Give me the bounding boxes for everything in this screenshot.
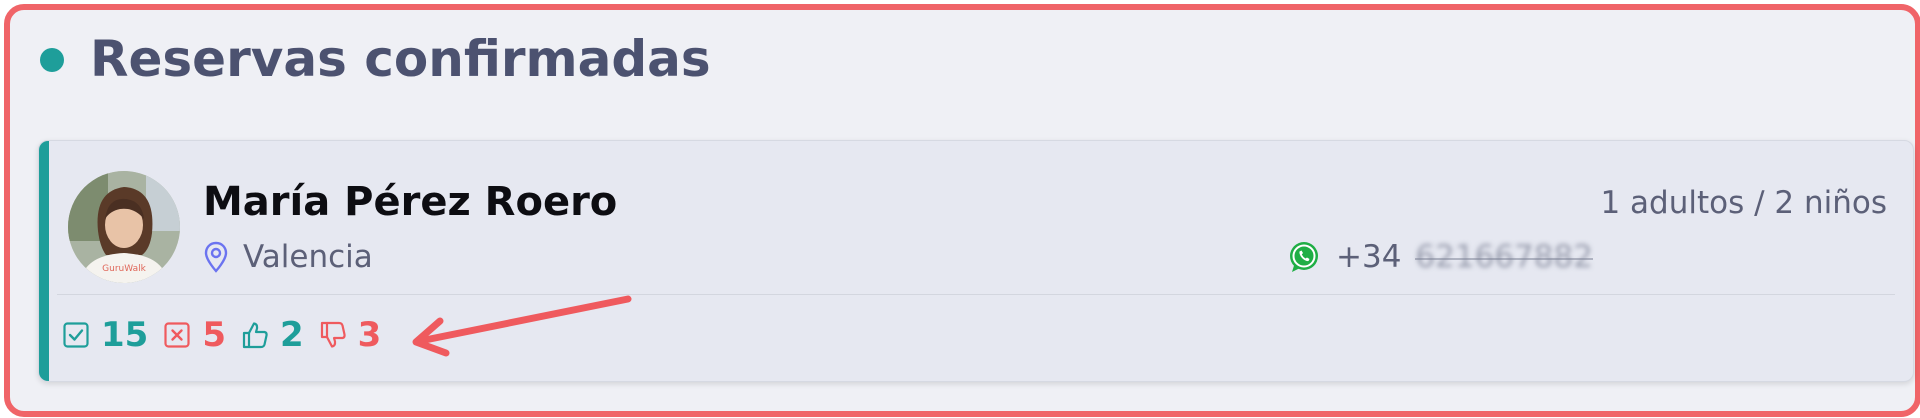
stat-cancelled-value: 5 (202, 315, 226, 355)
avatar-logo-text: GuruWalk (102, 264, 146, 274)
guest-count: 1 adultos / 2 niños (1600, 185, 1887, 221)
card-accent-bar (39, 141, 49, 381)
stat-thumbs-down: 3 (318, 315, 382, 355)
avatar: GuruWalk (68, 171, 180, 283)
stat-confirmed: 15 (61, 315, 148, 355)
stat-confirmed-value: 15 (101, 315, 149, 355)
status-dot (40, 48, 64, 72)
reservations-panel: Reservas confirmadas GuruWalk María Pére… (4, 4, 1920, 417)
stat-cancelled: 5 (162, 315, 226, 355)
phone-prefix: +34 (1336, 239, 1402, 275)
thumbs-down-icon (318, 320, 348, 350)
phone-number-blurred: 621667882 (1415, 239, 1593, 275)
guest-location: Valencia (203, 237, 373, 277)
guest-phone[interactable]: +34 621667882 (1286, 237, 1593, 277)
map-pin-icon (203, 240, 229, 274)
card-divider (57, 294, 1895, 295)
guest-name: María Pérez Roero (203, 179, 618, 225)
annotation-arrow-icon (412, 295, 632, 357)
stat-thumbs-up: 2 (240, 315, 304, 355)
thumbs-up-icon (240, 320, 270, 350)
guest-stats: 15 5 2 3 (61, 314, 395, 356)
location-label: Valencia (243, 239, 373, 275)
checkbox-check-icon (61, 320, 91, 350)
section-title: Reservas confirmadas (90, 30, 711, 88)
whatsapp-icon[interactable] (1286, 239, 1322, 275)
reservation-card[interactable]: GuruWalk María Pérez Roero Valencia 1 ad… (38, 140, 1914, 382)
stat-thumbs-down-value: 3 (357, 315, 382, 355)
stat-thumbs-up-value: 2 (280, 315, 304, 355)
checkbox-x-icon (162, 320, 192, 350)
